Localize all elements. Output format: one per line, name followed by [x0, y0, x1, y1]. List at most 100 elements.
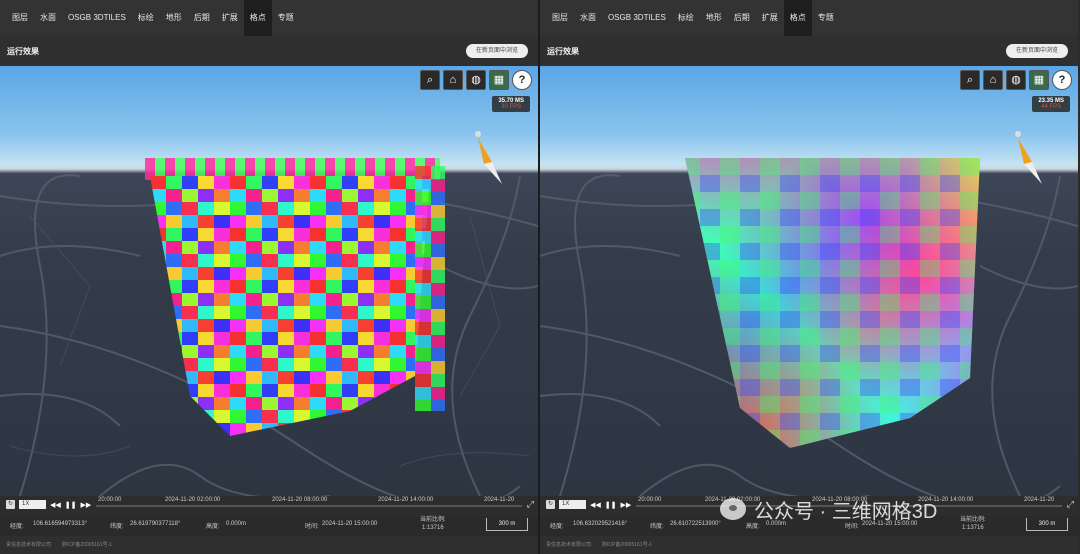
- height-value: 0.000m: [226, 521, 247, 527]
- voxel-cube-smooth: [685, 158, 980, 448]
- timeline-tick: 2024-11-20: [1024, 497, 1055, 503]
- home-icon[interactable]: ⌂: [443, 70, 463, 90]
- timeline-controls: ↻ 1X ◀◀ ❚❚ ▶▶: [6, 500, 91, 509]
- menu-item-plot[interactable]: 标绘: [132, 0, 160, 36]
- scale-ratio-value: 1:13716: [961, 525, 984, 531]
- timeline-controls: ↻ 1X ◀◀ ❚❚ ▶▶: [546, 500, 631, 509]
- wechat-logo-icon: [720, 498, 746, 520]
- menu-item-water[interactable]: 水面: [574, 0, 602, 36]
- scale-ratio: 当前比例: 1:13716: [420, 516, 446, 532]
- scale-ratio-value: 1:13716: [421, 525, 444, 531]
- footer: 贵信息技术有限公司 黔ICP备20005161号-1: [0, 536, 538, 554]
- footer: 贵信息技术有限公司 黔ICP备20005161号-1: [540, 536, 1078, 554]
- voxel-cube-side: [415, 166, 445, 411]
- fullscreen-icon[interactable]: ⤢: [1067, 499, 1074, 510]
- menu-item-osgb[interactable]: OSGB 3DTILES: [602, 0, 672, 36]
- menu-item-layers[interactable]: 图层: [546, 0, 574, 36]
- timeline-tick: 20:00:00: [98, 497, 122, 503]
- timeline-reset-button[interactable]: ↻: [6, 500, 15, 509]
- map-viewer[interactable]: ⌕ ⌂ ◍ ▦ ? 35.70 MS 30 FPS: [0, 66, 538, 496]
- open-new-page-button[interactable]: 在新页面中浏览: [1005, 44, 1068, 58]
- open-new-page-button[interactable]: 在新页面中浏览: [465, 44, 528, 58]
- home-icon[interactable]: ⌂: [983, 70, 1003, 90]
- latitude-label: 纬度:: [110, 524, 124, 530]
- globe-icon[interactable]: ◍: [466, 70, 486, 90]
- menu-bar: 图层 水面 OSGB 3DTILES 标绘 地形 后期 扩展 格点 专题: [540, 0, 1078, 36]
- menu-item-post[interactable]: 后期: [728, 0, 756, 36]
- voxel-cube: [150, 176, 430, 436]
- icp-number[interactable]: 黔ICP备20005161号-1: [602, 541, 652, 548]
- search-icon[interactable]: ⌕: [960, 70, 980, 90]
- search-icon[interactable]: ⌕: [420, 70, 440, 90]
- compass-icon[interactable]: [1008, 128, 1048, 188]
- time-label: 时间:: [305, 524, 319, 530]
- menu-item-post[interactable]: 后期: [188, 0, 216, 36]
- scale-ratio-label: 当前比例:: [960, 517, 986, 523]
- longitude-value: 106.616594973313°: [33, 521, 88, 527]
- menu-item-water[interactable]: 水面: [34, 0, 62, 36]
- help-icon[interactable]: ?: [512, 70, 532, 90]
- watermark: 公众号 · 三维网格3D: [720, 494, 937, 524]
- icp-number[interactable]: 黔ICP备20005161号-1: [62, 541, 112, 548]
- scale-bar: 300 m: [1026, 518, 1068, 531]
- timeline-tick: 2024-11-20 02:00:00: [165, 497, 221, 503]
- compass-icon[interactable]: [468, 128, 508, 188]
- timeline-tick: 2024-11-20: [484, 497, 515, 503]
- time-value: 2024-11-20 15:00:00: [322, 521, 378, 527]
- pause-icon[interactable]: ❚❚: [65, 501, 77, 509]
- speed-select[interactable]: 1X: [559, 500, 586, 509]
- left-pane: 图层 水面 OSGB 3DTILES 标绘 地形 后期 扩展 格点 专题 运行效…: [0, 0, 538, 554]
- fullscreen-icon[interactable]: ⤢: [527, 499, 534, 510]
- menu-bar: 图层 水面 OSGB 3DTILES 标绘 地形 后期 扩展 格点 专题: [0, 0, 538, 36]
- timeline: ↻ 1X ◀◀ ❚❚ ▶▶ 20:00:00 2024-11-20 02:00:…: [0, 496, 538, 516]
- menu-item-plot[interactable]: 标绘: [672, 0, 700, 36]
- timeline-track[interactable]: [96, 505, 522, 507]
- scale-ratio-label: 当前比例:: [420, 517, 446, 523]
- watermark-text: 公众号 · 三维网格3D: [754, 500, 938, 523]
- menu-item-extend[interactable]: 扩展: [216, 0, 244, 36]
- company-name: 贵信息技术有限公司: [6, 542, 52, 548]
- globe-icon[interactable]: ◍: [1006, 70, 1026, 90]
- menu-item-layers[interactable]: 图层: [6, 0, 34, 36]
- frame-rate: 44 FPS: [1041, 104, 1062, 110]
- menu-item-grid[interactable]: 格点: [783, 0, 812, 36]
- latitude-label: 纬度:: [650, 524, 664, 530]
- height-label: 高度:: [206, 524, 220, 530]
- performance-display: 35.70 MS 30 FPS: [492, 96, 530, 112]
- scale-ratio: 当前比例: 1:13716: [960, 516, 986, 532]
- scale-bar: 300 m: [486, 518, 528, 531]
- rewind-icon[interactable]: ◀◀: [590, 501, 601, 509]
- longitude-label: 经度:: [550, 524, 564, 530]
- forward-icon[interactable]: ▶▶: [621, 501, 632, 509]
- layers-icon[interactable]: ▦: [489, 70, 509, 90]
- map-viewer[interactable]: ⌕ ⌂ ◍ ▦ ? 23.35 MS 44 FPS: [540, 66, 1078, 496]
- sub-header: 运行效果 在新页面中浏览: [540, 40, 1078, 64]
- run-title: 运行效果: [7, 47, 39, 56]
- latitude-value: 26.610722513900°: [670, 521, 721, 527]
- speed-select[interactable]: 1X: [19, 500, 46, 509]
- timeline-tick: 20:00:00: [638, 497, 662, 503]
- forward-icon[interactable]: ▶▶: [81, 501, 92, 509]
- pause-icon[interactable]: ❚❚: [605, 501, 617, 509]
- timeline-reset-button[interactable]: ↻: [546, 500, 555, 509]
- help-icon[interactable]: ?: [1052, 70, 1072, 90]
- company-name: 贵信息技术有限公司: [546, 542, 592, 548]
- menu-item-topic[interactable]: 专题: [272, 0, 300, 36]
- menu-item-extend[interactable]: 扩展: [756, 0, 784, 36]
- menu-item-terrain[interactable]: 地形: [700, 0, 728, 36]
- status-bar: 经度: 106.616594973313° 纬度: 26.61979037711…: [0, 516, 538, 536]
- longitude-value: 106.632029521416°: [573, 521, 628, 527]
- menu-item-topic[interactable]: 专题: [812, 0, 840, 36]
- menu-item-terrain[interactable]: 地形: [160, 0, 188, 36]
- timeline-tick: 2024-11-20 14:00:00: [378, 497, 434, 503]
- run-title: 运行效果: [547, 47, 579, 56]
- rewind-icon[interactable]: ◀◀: [50, 501, 61, 509]
- layers-icon[interactable]: ▦: [1029, 70, 1049, 90]
- performance-display: 23.35 MS 44 FPS: [1032, 96, 1070, 112]
- right-pane: 图层 水面 OSGB 3DTILES 标绘 地形 后期 扩展 格点 专题 运行效…: [540, 0, 1078, 554]
- menu-item-grid[interactable]: 格点: [243, 0, 272, 36]
- latitude-value: 26.619790377118°: [130, 521, 181, 527]
- longitude-label: 经度:: [10, 524, 24, 530]
- menu-item-osgb[interactable]: OSGB 3DTILES: [62, 0, 132, 36]
- timeline-tick: 2024-11-20 08:00:00: [272, 497, 328, 503]
